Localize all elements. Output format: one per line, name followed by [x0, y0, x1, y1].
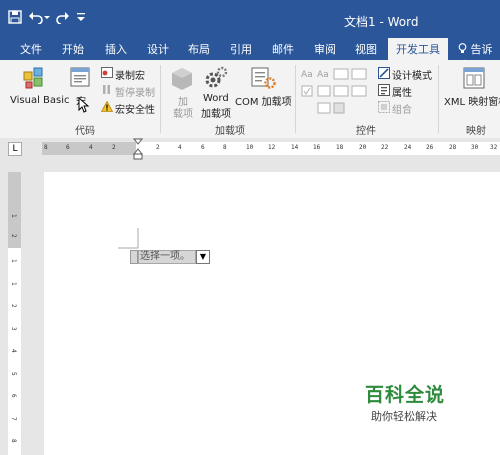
group-label: 组合 — [392, 105, 412, 116]
design-mode-icon — [378, 67, 390, 79]
tab-references[interactable]: 引用 — [230, 41, 252, 57]
title-bar: 文档1 - Word — [0, 0, 500, 38]
ruler-tick-label: 2 — [112, 144, 116, 151]
vertical-ruler-tick-label: 1 — [10, 259, 17, 263]
vertical-ruler-tick-label: 2 — [10, 234, 17, 238]
vertical-ruler-tick-label: 5 — [10, 372, 17, 376]
ruler-tick-label: 16 — [313, 144, 321, 151]
lightbulb-icon — [458, 43, 471, 56]
window-title: 文档1 - Word — [344, 15, 419, 29]
pause-recording-label: 暂停录制 — [115, 88, 155, 99]
tab-mailings[interactable]: 邮件 — [272, 41, 294, 57]
group-divider — [160, 65, 161, 133]
tab-home[interactable]: 开始 — [62, 41, 84, 57]
tab-selector[interactable]: L — [8, 142, 22, 156]
warning-icon — [101, 101, 113, 112]
tab-review[interactable]: 审阅 — [314, 41, 336, 57]
ruler-tick-label: 12 — [268, 144, 276, 151]
design-mode-label: 设计模式 — [392, 71, 432, 82]
ruler-tick-label: 2 — [156, 144, 160, 151]
com-addins-label: COM 加载项 — [235, 97, 292, 108]
svg-text:Aa: Aa — [317, 70, 329, 80]
mouse-cursor-icon — [78, 97, 90, 113]
addins-group-label: 加载项 — [215, 126, 245, 137]
ruler-tick-label: 28 — [449, 144, 457, 151]
ruler-tick-label: 22 — [381, 144, 389, 151]
vertical-ruler-tick-label: 1 — [10, 214, 17, 218]
customize-qat-icon[interactable] — [76, 10, 86, 28]
xml-mapping-icon — [463, 67, 485, 89]
vertical-ruler-tick-label: 1 — [10, 282, 17, 286]
margin-corner-mark — [118, 228, 139, 249]
save-icon[interactable] — [8, 10, 22, 28]
word-addins-label-2: 加载项 — [201, 109, 231, 120]
addins-label-2: 载项 — [173, 109, 193, 120]
vertical-ruler-tick-label: 7 — [10, 417, 17, 421]
mapping-group-label: 映射 — [466, 126, 486, 137]
ruler-tick-label: 8 — [44, 144, 48, 151]
dropdown-arrow-icon[interactable]: ▼ — [196, 250, 210, 264]
tab-design[interactable]: 设计 — [147, 41, 169, 57]
gear-icon — [205, 66, 228, 88]
content-controls-icons: Aa Aa — [301, 68, 367, 114]
ruler-tick-label: 18 — [336, 144, 344, 151]
ruler-tick-label: 6 — [66, 144, 70, 151]
record-macro-label: 录制宏 — [115, 71, 145, 82]
indent-marker-icon[interactable] — [133, 138, 143, 160]
tab-layout[interactable]: 布局 — [188, 41, 210, 57]
ruler-tick-label: 4 — [89, 144, 93, 151]
ruler-tick-label: 4 — [178, 144, 182, 151]
ruler-tick-label: 30 — [471, 144, 479, 151]
vertical-ruler-tick-label: 8 — [10, 439, 17, 443]
macro-security-label: 宏安全性 — [115, 105, 155, 116]
quick-access-toolbar — [8, 9, 86, 29]
ruler-tick-label: 26 — [426, 144, 434, 151]
com-addins-icon — [251, 67, 276, 89]
controls-group-label: 控件 — [356, 126, 376, 137]
vertical-ruler-tick-label: 4 — [10, 349, 17, 353]
pause-icon — [103, 85, 110, 94]
properties-icon — [378, 84, 390, 96]
visual-basic-icon — [23, 67, 43, 89]
redo-icon[interactable] — [56, 10, 70, 28]
watermark-subtitle: 助你轻松解决 — [371, 410, 437, 423]
undo-icon[interactable] — [28, 10, 50, 28]
macros-icon — [70, 67, 90, 87]
svg-text:Aa: Aa — [301, 70, 313, 80]
word-addins-label-1: Word — [203, 93, 229, 104]
ruler-tick-label: 24 — [404, 144, 412, 151]
vertical-ruler-tick-label: 2 — [10, 304, 17, 308]
ribbon-tabs: 文件 开始 插入 设计 布局 引用 邮件 审阅 视图 开发工具 告诉我 — [0, 38, 500, 72]
record-macro-icon — [101, 67, 113, 78]
ruler-tick-label: 14 — [291, 144, 299, 151]
dropdown-content-control[interactable]: 选择一项。 — [138, 250, 196, 264]
visual-basic-label: Visual Basic — [10, 95, 70, 106]
tab-view[interactable]: 视图 — [355, 41, 377, 57]
addins-icon — [172, 68, 192, 90]
watermark-title: 百科全说 — [365, 384, 446, 406]
ruler-tick-label: 6 — [201, 144, 205, 151]
tab-insert[interactable]: 插入 — [105, 41, 127, 57]
group-divider — [438, 65, 439, 133]
group-divider — [295, 65, 296, 133]
ruler-tick-label: 20 — [359, 144, 367, 151]
tab-file[interactable]: 文件 — [20, 41, 42, 57]
code-group-label: 代码 — [75, 126, 95, 137]
ruler-tick-label: 8 — [223, 144, 227, 151]
group-icon — [378, 101, 390, 113]
vertical-ruler-tick-label: 3 — [10, 327, 17, 331]
xml-mapping-pane-label: XML 映射窗格 — [444, 97, 500, 108]
vertical-ruler-tick-label: 6 — [10, 394, 17, 398]
ruler-tick-label: 10 — [246, 144, 254, 151]
tab-developer[interactable]: 开发工具 — [388, 38, 448, 60]
properties-label: 属性 — [392, 88, 412, 99]
ruler-tick-label: 32 — [490, 144, 498, 151]
content-control-handle[interactable] — [130, 250, 138, 264]
